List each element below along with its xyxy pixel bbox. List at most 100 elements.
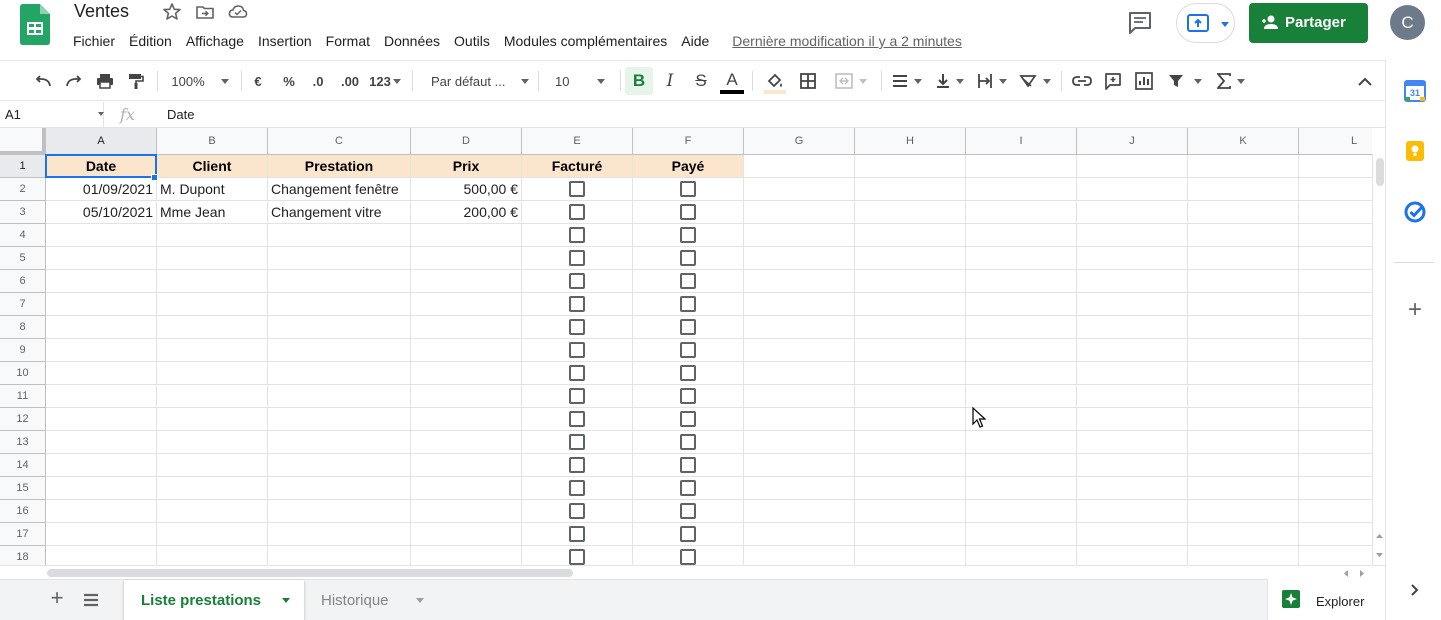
paye-checkbox[interactable] (680, 181, 696, 198)
empty-cell[interactable] (268, 339, 411, 362)
empty-cell[interactable] (966, 431, 1077, 454)
empty-cell[interactable] (1299, 316, 1372, 339)
calendar-icon[interactable]: 31 (1404, 80, 1426, 102)
empty-cell[interactable] (744, 523, 855, 546)
empty-cell[interactable] (157, 316, 268, 339)
empty-cell[interactable] (966, 293, 1077, 316)
document-title[interactable]: Ventes (74, 1, 129, 22)
empty-cell[interactable] (855, 385, 966, 408)
row-header-5[interactable]: 5 (0, 247, 46, 270)
facture-checkbox[interactable] (569, 457, 585, 474)
empty-cell[interactable] (966, 454, 1077, 477)
facture-checkbox[interactable] (569, 204, 585, 221)
empty-cell[interactable] (157, 408, 268, 431)
vertical-scroll-thumb[interactable] (1376, 158, 1384, 186)
column-header-a[interactable]: A (46, 128, 157, 155)
empty-cell[interactable] (1077, 201, 1188, 224)
empty-cell[interactable] (744, 477, 855, 500)
table-cell-prestation[interactable]: Changement fenêtre (268, 178, 411, 201)
empty-cell[interactable] (855, 316, 966, 339)
table-header-cell[interactable]: Prix (411, 155, 522, 178)
undo-button[interactable] (31, 61, 55, 101)
empty-cell[interactable] (1077, 316, 1188, 339)
column-header-l[interactable]: L (1299, 128, 1372, 155)
paye-checkbox[interactable] (680, 411, 696, 428)
empty-cell[interactable] (744, 339, 855, 362)
sheet-tab-dropdown-icon[interactable] (416, 598, 424, 603)
empty-cell[interactable] (744, 270, 855, 293)
column-header-k[interactable]: K (1188, 128, 1299, 155)
empty-cell[interactable] (411, 454, 522, 477)
redo-button[interactable] (62, 61, 86, 101)
empty-cell[interactable] (1188, 477, 1299, 500)
empty-cell[interactable] (966, 316, 1077, 339)
facture-checkbox[interactable] (569, 273, 585, 290)
vertical-scrollbar[interactable] (1372, 154, 1385, 568)
empty-cell[interactable] (744, 454, 855, 477)
empty-cell[interactable] (855, 201, 966, 224)
move-to-folder-icon[interactable] (195, 2, 215, 22)
empty-cell[interactable] (855, 477, 966, 500)
empty-cell[interactable] (1077, 500, 1188, 523)
empty-cell[interactable] (1188, 201, 1299, 224)
cloud-saved-icon[interactable] (228, 2, 248, 22)
text-wrap-button[interactable] (973, 61, 1011, 101)
empty-cell[interactable] (1188, 500, 1299, 523)
empty-cell[interactable] (1299, 201, 1372, 224)
empty-cell[interactable] (1077, 408, 1188, 431)
column-header-c[interactable]: C (268, 128, 411, 155)
empty-cell[interactable] (268, 270, 411, 293)
paye-checkbox[interactable] (680, 204, 696, 221)
empty-cell[interactable] (411, 224, 522, 247)
row-header-6[interactable]: 6 (0, 270, 46, 293)
empty-cell[interactable] (157, 431, 268, 454)
empty-cell[interactable] (1299, 155, 1372, 178)
paye-checkbox[interactable] (680, 526, 696, 543)
empty-cell[interactable] (855, 500, 966, 523)
paye-checkbox[interactable] (680, 227, 696, 244)
empty-cell[interactable] (411, 385, 522, 408)
empty-cell[interactable] (1299, 477, 1372, 500)
menu-insertion[interactable]: Insertion (251, 31, 319, 53)
add-addon-button[interactable]: + (1404, 298, 1426, 322)
paye-checkbox[interactable] (680, 434, 696, 451)
empty-cell[interactable] (1188, 224, 1299, 247)
bold-button[interactable]: B (625, 67, 653, 95)
empty-cell[interactable] (157, 247, 268, 270)
empty-cell[interactable] (46, 362, 157, 385)
empty-cell[interactable] (1188, 316, 1299, 339)
empty-cell[interactable] (1077, 431, 1188, 454)
empty-cell[interactable] (157, 523, 268, 546)
empty-cell[interactable] (268, 224, 411, 247)
menu-fichier[interactable]: Fichier (66, 31, 122, 53)
empty-cell[interactable] (1299, 339, 1372, 362)
empty-cell[interactable] (157, 224, 268, 247)
facture-checkbox[interactable] (569, 549, 585, 566)
paye-checkbox[interactable] (680, 480, 696, 497)
empty-cell[interactable] (411, 362, 522, 385)
empty-cell[interactable] (966, 155, 1077, 178)
row-header-14[interactable]: 14 (0, 454, 46, 477)
table-cell-client[interactable]: Mme Jean (157, 201, 268, 224)
last-edit-link[interactable]: Dernière modification il y a 2 minutes (716, 31, 970, 53)
empty-cell[interactable] (157, 362, 268, 385)
empty-cell[interactable] (855, 408, 966, 431)
empty-cell[interactable] (268, 247, 411, 270)
keep-icon[interactable] (1404, 140, 1426, 162)
menu-outils[interactable]: Outils (447, 31, 497, 53)
empty-cell[interactable] (46, 247, 157, 270)
empty-cell[interactable] (268, 523, 411, 546)
merge-cells-button[interactable] (829, 61, 873, 101)
facture-checkbox[interactable] (569, 250, 585, 267)
empty-cell[interactable] (411, 523, 522, 546)
empty-cell[interactable] (855, 293, 966, 316)
paint-format-button[interactable] (124, 61, 148, 101)
functions-button[interactable] (1212, 61, 1250, 101)
empty-cell[interactable] (157, 385, 268, 408)
empty-cell[interactable] (855, 431, 966, 454)
empty-cell[interactable] (966, 362, 1077, 385)
empty-cell[interactable] (855, 362, 966, 385)
strikethrough-button[interactable]: S (689, 61, 713, 101)
row-header-7[interactable]: 7 (0, 293, 46, 316)
table-header-cell[interactable]: Facturé (522, 155, 633, 178)
